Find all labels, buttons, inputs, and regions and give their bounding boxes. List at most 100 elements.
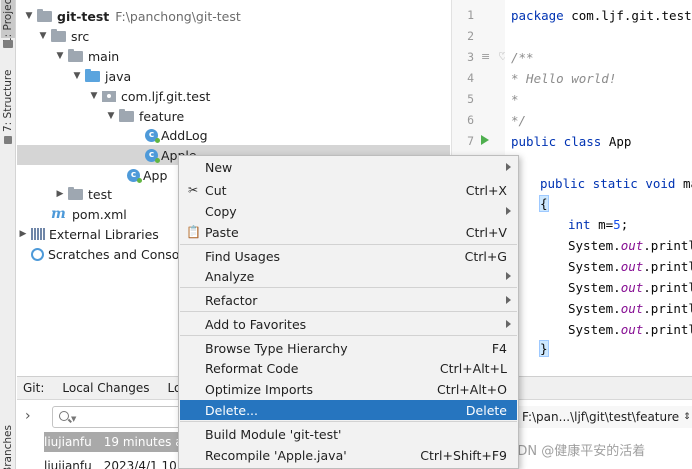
code-line-println: System.out.printlr <box>568 322 692 337</box>
tree-item-label: feature <box>139 108 185 124</box>
root-path: F:\panchong\git-test <box>115 8 241 24</box>
submenu-arrow-icon <box>506 163 511 171</box>
static-field: out <box>620 322 644 337</box>
code-line-7: public class App <box>511 134 631 149</box>
chevron-right-icon[interactable]: ▶ <box>17 229 29 239</box>
tree-item-feature[interactable]: ▼ feature <box>17 106 450 126</box>
tree-item-label: External Libraries <box>49 226 159 242</box>
structure-tool-tab[interactable]: 7: Structure <box>1 66 15 136</box>
menu-item-analyze[interactable]: Analyze <box>180 266 517 286</box>
menu-item-build-module[interactable]: Build Module 'git-test' <box>180 424 517 444</box>
menu-item-reformat-code[interactable]: Reformat Code Ctrl+Alt+L <box>180 358 517 378</box>
menu-item-label: Analyze <box>205 268 255 284</box>
menu-item-label: Cut <box>205 182 227 198</box>
chevron-down-icon[interactable]: ▼ <box>54 51 66 61</box>
tree-item-root[interactable]: ▼ git-test F:\panchong\git-test <box>17 6 450 26</box>
code-line-6: */ <box>511 113 527 128</box>
menu-shortcut: Ctrl+G <box>464 248 507 264</box>
line-number: 6 <box>467 113 474 127</box>
tree-item-addlog[interactable]: c AddLog <box>17 125 450 145</box>
menu-shortcut: Ctrl+Alt+O <box>437 381 507 397</box>
code-line-println: System.out.printlr <box>568 280 692 295</box>
menu-item-add-to-favorites[interactable]: Add to Favorites <box>180 314 517 334</box>
matched-brace: { <box>539 195 549 212</box>
scissors-icon: ✂ <box>187 183 199 197</box>
tree-item-src[interactable]: ▼ src <box>17 26 450 46</box>
menu-item-find-usages[interactable]: Find Usages Ctrl+G <box>180 246 517 266</box>
chevron-down-icon[interactable]: ▼ <box>105 111 117 121</box>
folder-icon <box>3 40 13 48</box>
path-selector[interactable]: F:\pan...\ljf\git\test\feature ⇕ <box>518 406 692 428</box>
tool-strip: 1: Project 7: Structure Branches <box>0 0 16 469</box>
doc-comment-icon[interactable]: ≡ <box>481 50 490 63</box>
line-number: 7 <box>467 134 474 148</box>
menu-item-label: Delete... <box>205 402 258 418</box>
code-line-println: System.out.printlr <box>568 238 692 253</box>
chevron-down-icon[interactable]: ▼ <box>88 91 100 101</box>
code-text: System. <box>568 280 621 295</box>
code-line-println: System.out.printlr <box>568 259 692 274</box>
code-text: mai <box>682 176 692 191</box>
run-icon[interactable] <box>481 135 489 145</box>
chevron-down-icon[interactable]: ▼ <box>23 11 35 21</box>
commit-time: 2023/4/1 10:2 <box>103 459 189 469</box>
libraries-icon <box>31 228 45 240</box>
code-text: System. <box>568 259 621 274</box>
menu-item-copy[interactable]: Copy <box>180 201 517 221</box>
menu-item-paste[interactable]: 📋 Paste Ctrl+V <box>180 222 517 242</box>
menu-item-browse-type-hierarchy[interactable]: Browse Type Hierarchy F4 <box>180 338 517 358</box>
log-search-input[interactable]: ▼ <box>52 406 192 428</box>
code-text: .printlr <box>643 280 692 295</box>
menu-item-recompile[interactable]: Recompile 'Apple.java' Ctrl+Shift+F9 <box>180 445 517 465</box>
tree-item-label: pom.xml <box>72 206 127 222</box>
menu-item-label: Build Module 'git-test' <box>205 426 342 442</box>
submenu-arrow-icon <box>506 296 511 304</box>
code-text: System. <box>568 301 621 316</box>
tree-item-label: Scratches and Consoles <box>48 246 198 262</box>
tab-git[interactable]: Git: <box>23 381 44 395</box>
menu-separator <box>180 287 517 288</box>
watermark: CSDN @健康平安的活着 <box>500 444 646 459</box>
tree-item-java[interactable]: ▼ java <box>17 66 450 86</box>
source-folder-icon <box>85 68 100 82</box>
tree-item-label: com.ljf.git.test <box>121 88 211 104</box>
static-field: out <box>620 238 644 253</box>
code-line-17: } <box>539 340 549 357</box>
keyword: package <box>511 8 564 23</box>
folder-icon <box>68 186 83 200</box>
code-line-10: { <box>539 195 549 212</box>
folder-icon <box>119 108 134 122</box>
submenu-arrow-icon <box>506 320 511 328</box>
tab-local-changes[interactable]: Local Changes <box>62 381 149 395</box>
menu-item-refactor[interactable]: Refactor <box>180 290 517 310</box>
code-text: .printlr <box>643 259 692 274</box>
menu-item-label: Reformat Code <box>205 360 299 376</box>
code-line-println: System.out.printlr <box>568 301 692 316</box>
package-icon <box>102 90 116 102</box>
commit-author: liujianfu <box>44 459 92 469</box>
code-line-11: int m=5; <box>568 217 628 232</box>
tree-item-package[interactable]: ▼ com.ljf.git.test <box>17 86 450 106</box>
commit-author: liujianfu <box>44 435 92 449</box>
menu-item-cut[interactable]: ✂ Cut Ctrl+X <box>180 180 517 200</box>
number-literal: 5 <box>613 217 621 232</box>
chevron-down-icon[interactable]: ▼ <box>37 31 49 41</box>
code-line-4: * Hello world! <box>511 71 617 86</box>
clipboard-icon: 📋 <box>186 225 201 239</box>
code-line-1: package com.ljf.git.test; <box>511 8 692 23</box>
code-text: System. <box>568 322 621 337</box>
project-tool-tab[interactable]: 1: Project <box>1 0 15 44</box>
menu-item-delete[interactable]: Delete... Delete <box>180 400 517 420</box>
menu-item-new[interactable]: New <box>180 157 517 177</box>
tree-item-main[interactable]: ▼ main <box>17 46 450 66</box>
menu-item-optimize-imports[interactable]: Optimize Imports Ctrl+Alt+O <box>180 379 517 399</box>
menu-item-label: Add to Favorites <box>205 316 307 332</box>
class-icon: c <box>127 168 142 183</box>
code-text: App <box>601 134 632 149</box>
chevron-down-icon[interactable]: ▼ <box>71 71 83 81</box>
chevron-right-icon[interactable]: ▶ <box>54 189 66 199</box>
branches-tool-tab[interactable]: Branches <box>1 425 15 469</box>
chevron-right-icon[interactable]: › <box>25 408 31 424</box>
folder-icon <box>68 48 83 62</box>
code-editor[interactable]: package com.ljf.git.test; /** * Hello wo… <box>505 0 692 376</box>
